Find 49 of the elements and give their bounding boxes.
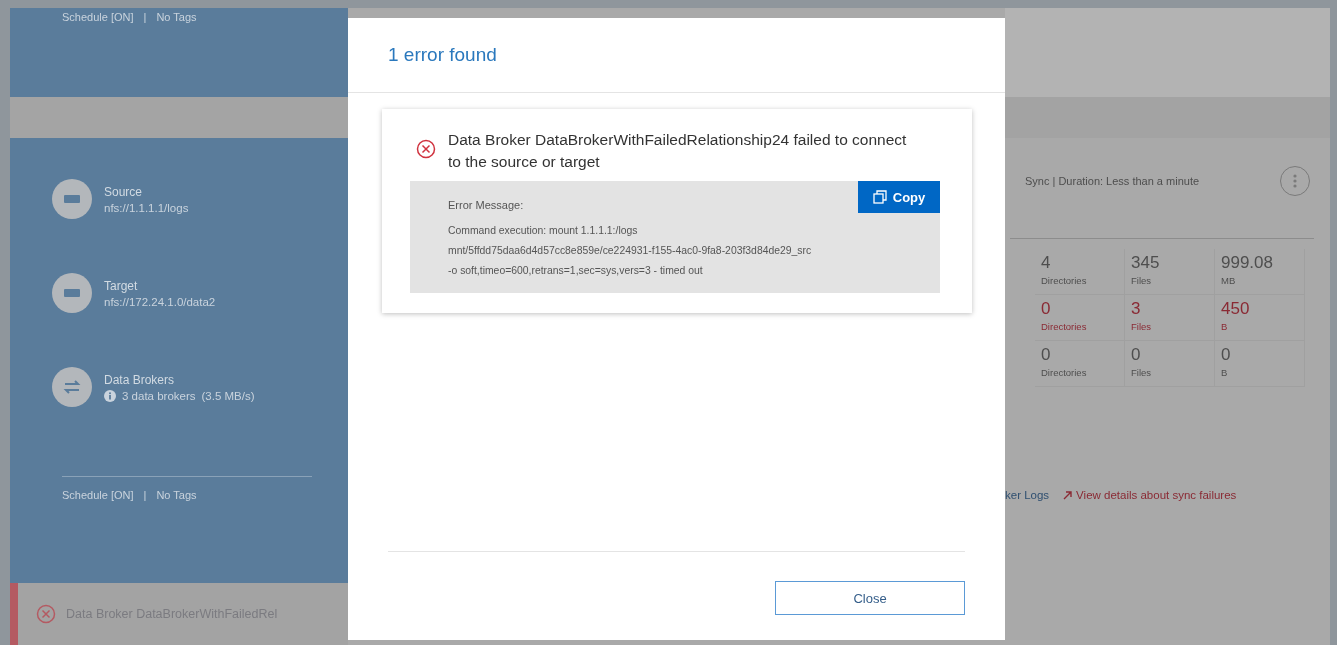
sync-duration: Sync | Duration: Less than a minute (1025, 175, 1200, 187)
endpoint-path: nfs://172.24.1.0/data2 (104, 295, 216, 308)
stat-value: 0 (1221, 345, 1232, 365)
stat-unit: B (1221, 367, 1229, 378)
endpoint-label: Target (104, 278, 139, 293)
stat-value: 345 (1131, 253, 1161, 273)
tags-label: No Tags (156, 11, 197, 23)
arrow-icon (1063, 490, 1073, 500)
broker-count: 3 data brokers (122, 389, 196, 402)
endpoint-label: Source (104, 184, 144, 199)
schedule-status: Schedule [ON] (62, 11, 134, 23)
stat-unit: Directories (1041, 275, 1088, 286)
stat-unit: Files (1131, 321, 1153, 332)
stat-value: 4 (1041, 253, 1052, 273)
dialog-title: 1 error found (348, 18, 1005, 93)
link[interactable]: ker Logs (1005, 489, 1050, 501)
error-title: Data Broker DataBrokerWithFailedRelationship24 failed to connect to the source or target (448, 130, 908, 172)
schedule-status: Schedule [ON] (62, 489, 134, 501)
stat-value: 0 (1131, 345, 1142, 365)
stat-unit: Directories (1041, 367, 1088, 378)
stat-unit: MB (1221, 275, 1237, 286)
storage-icon (52, 179, 92, 219)
transfer-icon (52, 367, 92, 407)
kebab-icon (1293, 174, 1297, 188)
copy-button[interactable]: Copy (858, 181, 940, 213)
copy-icon (872, 190, 887, 204)
error-message: Command execution: mount 1.1.1.1:/logs mnt/5ffdd75daa6d4d57cc8e859e/ce224931-f155-4ac0-9fa8-203f3d84de29_src -o soft,timeo=600,retrans=1,sec=sys,vers=3 - timed out (448, 224, 813, 278)
stat-unit: Directories (1041, 321, 1088, 332)
transfer-rate: (3.5 MB/s) (201, 389, 255, 402)
stat-value: 999.08 (1221, 253, 1274, 273)
endpoint-path: nfs://1.1.1.1/logs (104, 201, 189, 214)
separator: | (143, 11, 147, 23)
tags-label: No Tags (156, 489, 197, 501)
stat-unit: B (1221, 321, 1229, 332)
stat-value: 3 (1131, 299, 1142, 319)
error-message-label: Error Message: (448, 199, 525, 211)
info-icon (104, 389, 116, 402)
stat-value: 0 (1041, 345, 1052, 365)
stat-unit: Files (1131, 275, 1153, 286)
close-button[interactable]: Close (775, 581, 965, 615)
endpoint-label: Data Brokers (104, 372, 176, 387)
separator: | (143, 489, 147, 501)
stat-unit: Files (1131, 367, 1153, 378)
stat-value: 0 (1041, 299, 1052, 319)
stat-value: 450 (1221, 299, 1251, 319)
storage-icon (52, 273, 92, 313)
error-icon (36, 604, 56, 624)
error-icon (416, 139, 436, 159)
link[interactable]: View details about sync failures (1063, 489, 1237, 501)
